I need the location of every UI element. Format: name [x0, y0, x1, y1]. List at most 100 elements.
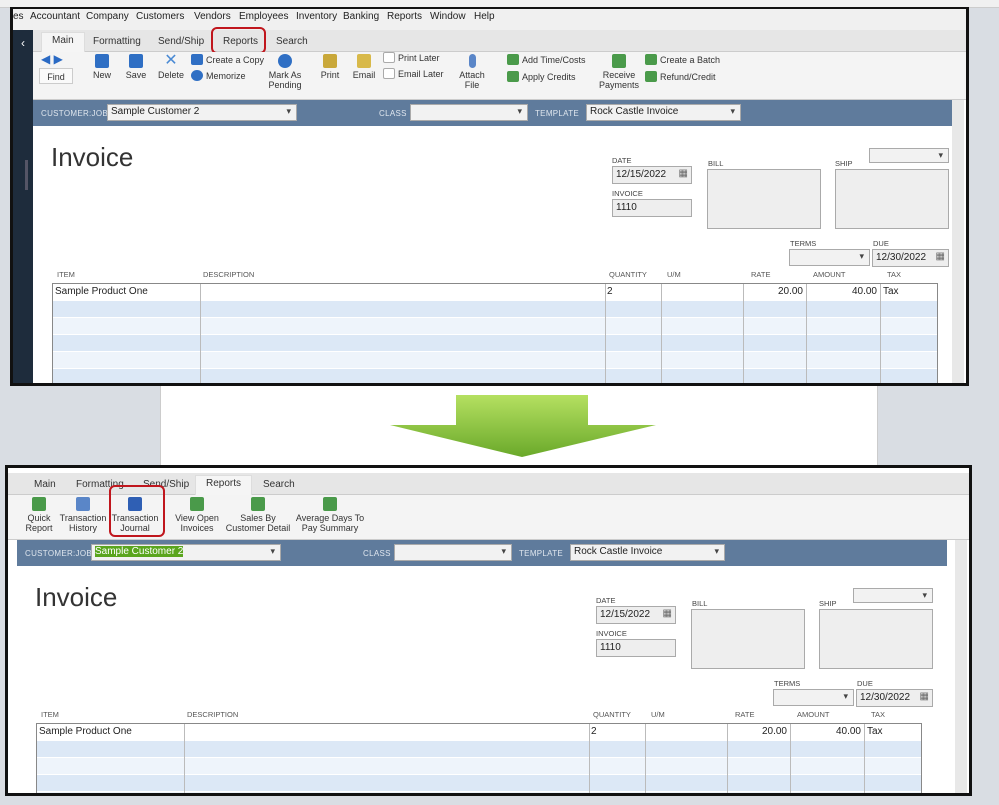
- menu-inventory[interactable]: Inventory: [296, 11, 337, 22]
- menu-company[interactable]: Company: [86, 11, 129, 22]
- view-open-invoices-button[interactable]: View Open Invoices: [172, 497, 222, 533]
- column-header-tax[interactable]: TAX: [871, 710, 885, 719]
- scrollbar[interactable]: [25, 160, 28, 190]
- rate-cell[interactable]: 20.00: [762, 726, 787, 737]
- menu-reports[interactable]: Reports: [387, 11, 422, 22]
- delete-button[interactable]: ✕ Delete: [153, 53, 189, 81]
- tab-main[interactable]: Main: [41, 32, 85, 52]
- rate-cell[interactable]: 20.00: [778, 286, 803, 297]
- menu-window[interactable]: Window: [430, 11, 466, 22]
- column-header-quantity[interactable]: QUANTITY: [609, 270, 647, 279]
- invoice-number-field[interactable]: 1110: [596, 639, 676, 657]
- menu-item[interactable]: es: [13, 11, 24, 22]
- scrollbar[interactable]: [952, 100, 964, 383]
- attach-file-button[interactable]: Attach File: [457, 54, 487, 90]
- tab-reports[interactable]: Reports: [195, 475, 253, 495]
- terms-dropdown[interactable]: [773, 689, 854, 706]
- table-row[interactable]: [37, 741, 921, 758]
- find-button[interactable]: Find: [39, 68, 73, 84]
- tab-formatting[interactable]: Formatting: [83, 34, 151, 49]
- column-header-um[interactable]: U/M: [667, 270, 681, 279]
- item-cell[interactable]: Sample Product One: [55, 286, 148, 297]
- column-header-item[interactable]: ITEM: [41, 710, 59, 719]
- print-later-checkbox[interactable]: Print Later: [383, 52, 440, 63]
- template-dropdown[interactable]: Rock Castle Invoice: [586, 104, 741, 121]
- receive-payments-button[interactable]: Receive Payments: [597, 54, 641, 90]
- template-dropdown[interactable]: Rock Castle Invoice: [570, 544, 725, 561]
- scrollbar[interactable]: [955, 540, 967, 793]
- tab-send-ship[interactable]: Send/Ship: [148, 34, 214, 49]
- due-date-field[interactable]: 12/30/2022 ▦: [872, 249, 949, 267]
- bill-to-field[interactable]: [691, 609, 805, 669]
- column-header-description[interactable]: DESCRIPTION: [187, 710, 238, 719]
- table-row[interactable]: Sample Product One 2 20.00 40.00 Tax: [53, 284, 937, 301]
- table-row[interactable]: [53, 301, 937, 318]
- terms-dropdown[interactable]: [789, 249, 870, 266]
- class-dropdown[interactable]: [394, 544, 512, 561]
- column-header-quantity[interactable]: QUANTITY: [593, 710, 631, 719]
- amount-cell[interactable]: 40.00: [836, 726, 861, 737]
- create-copy-button[interactable]: Create a Copy: [191, 54, 264, 65]
- quantity-cell[interactable]: 2: [591, 726, 597, 737]
- refund-credit-button[interactable]: Refund/Credit: [645, 71, 716, 82]
- average-days-button[interactable]: Average Days To Pay Summary: [292, 497, 368, 533]
- column-header-amount[interactable]: AMOUNT: [813, 270, 846, 279]
- quick-report-button[interactable]: Quick Report: [22, 497, 56, 533]
- column-header-tax[interactable]: TAX: [887, 270, 901, 279]
- mark-pending-button[interactable]: Mark As Pending: [265, 54, 305, 90]
- menu-banking[interactable]: Banking: [343, 11, 379, 22]
- save-button[interactable]: Save: [119, 54, 153, 80]
- table-row[interactable]: [53, 335, 937, 352]
- customer-job-dropdown[interactable]: Sample Customer 2: [91, 544, 281, 561]
- table-row[interactable]: [53, 352, 937, 369]
- ship-to-dropdown[interactable]: [853, 588, 933, 603]
- column-header-rate[interactable]: RATE: [751, 270, 770, 279]
- tax-cell[interactable]: Tax: [867, 726, 883, 737]
- column-header-rate[interactable]: RATE: [735, 710, 754, 719]
- menu-accountant[interactable]: Accountant: [30, 11, 80, 22]
- sales-by-customer-button[interactable]: Sales By Customer Detail: [224, 497, 292, 533]
- customer-job-dropdown[interactable]: Sample Customer 2: [107, 104, 297, 121]
- table-row[interactable]: [37, 775, 921, 792]
- quantity-cell[interactable]: 2: [607, 286, 613, 297]
- calendar-icon[interactable]: ▦: [663, 608, 672, 619]
- new-button[interactable]: New: [85, 54, 119, 80]
- menu-help[interactable]: Help: [474, 11, 495, 22]
- calendar-icon[interactable]: ▦: [920, 691, 929, 702]
- due-date-field[interactable]: 12/30/2022 ▦: [856, 689, 933, 707]
- tab-search[interactable]: Search: [266, 34, 318, 49]
- column-header-item[interactable]: ITEM: [57, 270, 75, 279]
- transaction-history-button[interactable]: Transaction History: [58, 497, 108, 533]
- collapse-icon[interactable]: ‹: [13, 36, 33, 50]
- print-button[interactable]: Print: [315, 54, 345, 80]
- menu-employees[interactable]: Employees: [239, 11, 288, 22]
- table-row[interactable]: [53, 318, 937, 335]
- menu-vendors[interactable]: Vendors: [194, 11, 231, 22]
- tab-main[interactable]: Main: [24, 477, 66, 492]
- item-cell[interactable]: Sample Product One: [39, 726, 132, 737]
- email-button[interactable]: Email: [349, 54, 379, 80]
- back-forward-icon[interactable]: ◀ ▶: [41, 53, 63, 65]
- bill-to-field[interactable]: [707, 169, 821, 229]
- add-time-costs-button[interactable]: Add Time/Costs: [507, 54, 586, 65]
- tab-search[interactable]: Search: [253, 477, 305, 492]
- apply-credits-button[interactable]: Apply Credits: [507, 71, 576, 82]
- ship-to-dropdown[interactable]: [869, 148, 949, 163]
- date-field[interactable]: 12/15/2022 ▦: [596, 606, 676, 624]
- column-header-um[interactable]: U/M: [651, 710, 665, 719]
- column-header-amount[interactable]: AMOUNT: [797, 710, 830, 719]
- ship-to-field[interactable]: [819, 609, 933, 669]
- ship-to-field[interactable]: [835, 169, 949, 229]
- table-row[interactable]: [53, 369, 937, 383]
- create-batch-button[interactable]: Create a Batch: [645, 54, 720, 65]
- memorize-button[interactable]: Memorize: [191, 70, 246, 81]
- menu-customers[interactable]: Customers: [136, 11, 184, 22]
- table-row[interactable]: [37, 758, 921, 775]
- amount-cell[interactable]: 40.00: [852, 286, 877, 297]
- table-row[interactable]: Sample Product One 2 20.00 40.00 Tax: [37, 724, 921, 741]
- column-header-description[interactable]: DESCRIPTION: [203, 270, 254, 279]
- date-field[interactable]: 12/15/2022 ▦: [612, 166, 692, 184]
- calendar-icon[interactable]: ▦: [936, 251, 945, 262]
- invoice-number-field[interactable]: 1110: [612, 199, 692, 217]
- tax-cell[interactable]: Tax: [883, 286, 899, 297]
